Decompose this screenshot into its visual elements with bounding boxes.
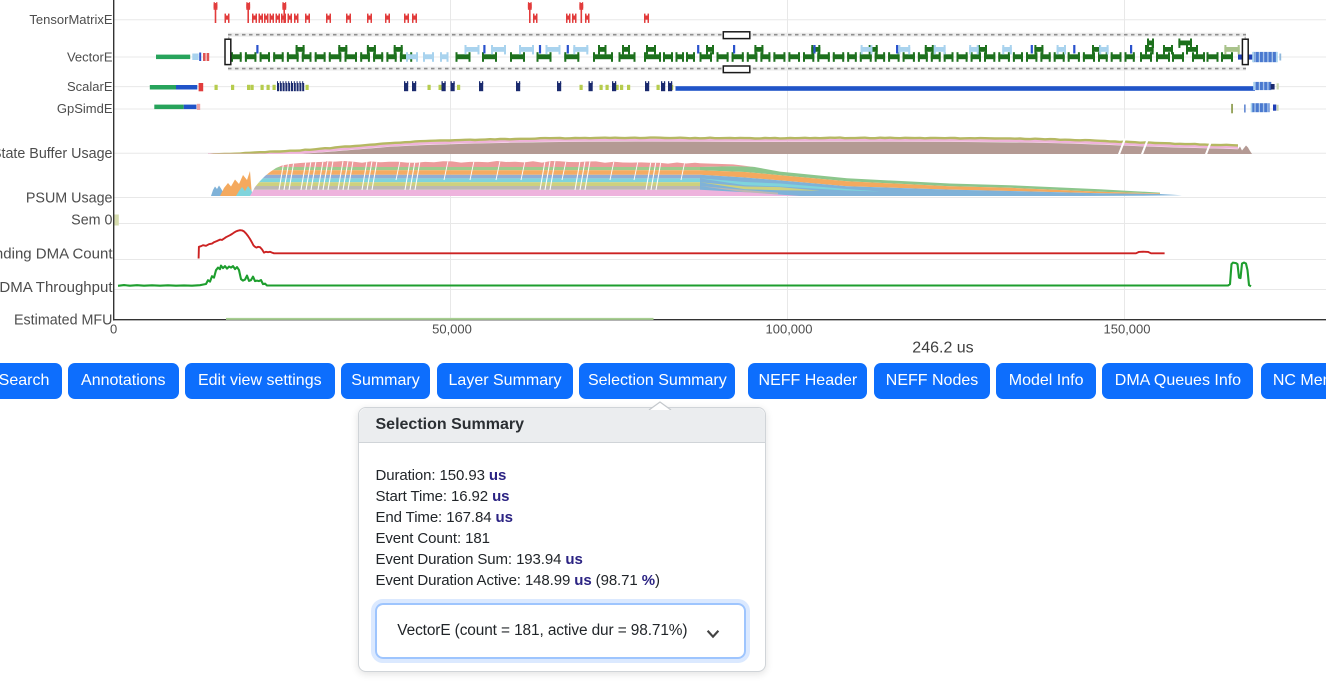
svg-text:Pending DMA Count: Pending DMA Count [0, 246, 113, 263]
svg-text:Sem 0: Sem 0 [71, 213, 112, 229]
svg-text:DMA Throughput: DMA Throughput [0, 279, 113, 296]
svg-text:ScalarE: ScalarE [67, 79, 113, 94]
svg-text:0: 0 [110, 322, 117, 337]
svg-text:VectorE: VectorE [67, 49, 113, 64]
svg-text:100,000: 100,000 [766, 322, 813, 337]
svg-text:PSUM Usage: PSUM Usage [26, 190, 113, 206]
svg-text:State Buffer Usage: State Buffer Usage [0, 146, 113, 162]
svg-text:GpSimdE: GpSimdE [57, 101, 113, 116]
svg-text:TensorMatrixE: TensorMatrixE [29, 12, 112, 27]
svg-text:246.2 us: 246.2 us [912, 339, 973, 356]
svg-text:150,000: 150,000 [1104, 322, 1151, 337]
svg-text:50,000: 50,000 [432, 322, 472, 337]
svg-text:Estimated MFU: Estimated MFU [14, 312, 113, 328]
